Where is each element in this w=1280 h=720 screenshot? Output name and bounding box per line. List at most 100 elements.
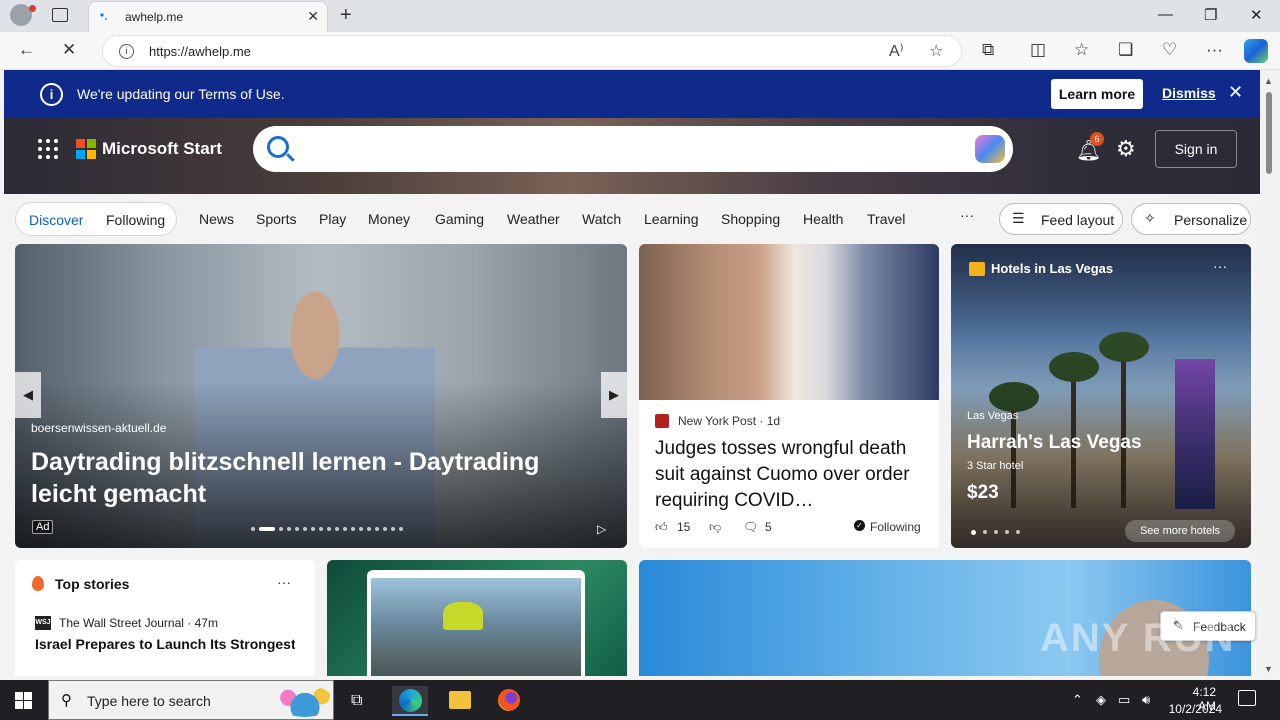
settings-more-icon[interactable]: ··· (1206, 40, 1223, 60)
hotel-name[interactable]: Harrah's Las Vegas (967, 432, 1142, 454)
nav-item-shopping[interactable]: Shopping (721, 211, 780, 227)
search-input[interactable] (253, 126, 1013, 172)
file-explorer-icon[interactable] (449, 691, 471, 709)
extensions-icon[interactable]: ⧉ (982, 40, 994, 60)
carousel-pager[interactable] (251, 527, 403, 531)
scroll-down-icon[interactable]: ▼ (1264, 664, 1273, 674)
web-page: i We're updating our Terms of Use. Learn… (4, 70, 1260, 676)
scroll-up-icon[interactable]: ▲ (1264, 76, 1273, 86)
firefox-icon[interactable] (498, 689, 520, 711)
cyclist-card[interactable] (327, 560, 627, 676)
hotel-pager[interactable] (971, 530, 1020, 535)
app-launcher-icon[interactable] (38, 139, 58, 159)
feed-layout-button[interactable]: ☰ Feed layout (999, 203, 1123, 235)
browser-toolbar: ← ✕ i https://awhelp.me A⁾ ☆ ⧉ ◫ ☆ ❏ ♡ ·… (0, 32, 1280, 70)
taskbar-search-placeholder: Type here to search (87, 693, 211, 709)
brand-name[interactable]: Microsoft Start (102, 139, 222, 159)
comment-icon[interactable]: 🗨︎ (743, 520, 758, 534)
info-icon: i (40, 83, 63, 106)
dislike-icon[interactable]: 👎︎ (709, 520, 721, 535)
nav-item-learning[interactable]: Learning (644, 211, 699, 227)
tab-discover[interactable]: Discover (29, 212, 83, 228)
network-icon[interactable]: ▭ (1118, 692, 1130, 708)
sign-in-button[interactable]: Sign in (1155, 130, 1237, 168)
notification-center-icon[interactable] (1238, 690, 1256, 706)
anyrun-watermark: ANY RUN (1040, 616, 1236, 660)
collections-icon[interactable]: ❏ (1118, 40, 1133, 60)
sliders-icon: ☰ (1012, 210, 1025, 226)
taskbar-search-input[interactable]: ⚲ Type here to search (48, 680, 334, 720)
browser-essentials-icon[interactable]: ♡ (1162, 40, 1177, 60)
top-stories-title[interactable]: Top stories (55, 576, 129, 592)
more-options-icon[interactable]: ··· (1213, 258, 1227, 274)
ad-choices-icon[interactable]: ▷ (597, 522, 606, 536)
search-highlight-image (277, 685, 333, 717)
close-window-button[interactable]: ✕ (1250, 6, 1263, 24)
personalize-button[interactable]: ✧ Personalize (1131, 203, 1251, 235)
nav-item-play[interactable]: Play (319, 211, 346, 227)
story-headline[interactable]: Israel Prepares to Launch Its Strongest … (35, 636, 295, 652)
copilot-icon[interactable] (975, 135, 1005, 163)
carousel-title[interactable]: Daytrading blitzschnell lernen - Daytrad… (31, 446, 611, 510)
nav-item-news[interactable]: News (199, 211, 234, 227)
split-screen-icon[interactable]: ◫ (1030, 40, 1046, 60)
nav-more-icon[interactable]: ··· (960, 207, 974, 223)
stop-loading-icon[interactable]: ✕ (62, 40, 76, 60)
tab-close-icon[interactable]: ✕ (307, 8, 319, 25)
gear-icon[interactable]: ⚙ (1116, 136, 1136, 162)
clock-date[interactable]: 10/2/2024 (1162, 702, 1222, 716)
nav-item-weather[interactable]: Weather (507, 211, 560, 227)
hotel-city: Las Vegas (967, 410, 1019, 422)
nav-item-gaming[interactable]: Gaming (435, 211, 484, 227)
volume-icon[interactable]: 🔊︎ (1142, 692, 1150, 708)
page-scrollbar[interactable]: ▲ ▼ (1261, 70, 1276, 676)
story-source: The Wall Street Journal · 47m (59, 616, 218, 630)
tab-title: awhelp.me (125, 10, 184, 24)
site-info-icon[interactable]: i (119, 44, 134, 59)
tray-app-icon[interactable]: ◈ (1096, 692, 1106, 708)
address-bar[interactable]: i https://awhelp.me A⁾ ☆ (102, 35, 962, 67)
close-icon[interactable]: ✕ (1228, 82, 1243, 103)
like-icon[interactable]: 👍︎ (655, 520, 668, 535)
nav-item-watch[interactable]: Watch (582, 211, 621, 227)
news-title[interactable]: Judges tosses wrongful death suit agains… (655, 436, 927, 514)
learn-more-button[interactable]: Learn more (1051, 79, 1143, 109)
task-view-icon[interactable]: ⧉ (351, 692, 362, 710)
search-icon[interactable] (267, 136, 289, 158)
carousel-next-icon[interactable]: ▶ (601, 372, 627, 418)
url-text[interactable]: https://awhelp.me (149, 44, 251, 59)
windows-start-icon[interactable] (15, 692, 32, 709)
news-card[interactable]: New York Post · 1d Judges tosses wrongfu… (639, 244, 939, 548)
tab-following[interactable]: Following (106, 212, 165, 228)
following-label[interactable]: Following (870, 520, 921, 534)
edge-taskbar-button[interactable] (392, 686, 428, 716)
browser-tab[interactable]: awhelp.me ✕ (88, 1, 328, 32)
restore-button[interactable]: ❐ (1204, 6, 1217, 24)
read-aloud-icon[interactable]: A⁾ (889, 41, 904, 61)
carousel-source: boersenwissen-aktuell.de (31, 421, 167, 435)
dismiss-link[interactable]: Dismiss (1162, 85, 1216, 101)
tab-actions-icon[interactable] (52, 8, 68, 22)
back-icon[interactable]: ← (18, 40, 35, 60)
favorite-star-icon[interactable]: ☆ (929, 41, 943, 61)
search-icon: ⚲ (61, 692, 72, 709)
more-options-icon[interactable]: ··· (277, 574, 291, 590)
nav-item-health[interactable]: Health (803, 211, 843, 227)
hotel-card[interactable]: Hotels in Las Vegas ··· Las Vegas Harrah… (951, 244, 1251, 548)
nav-item-sports[interactable]: Sports (256, 211, 296, 227)
carousel-prev-icon[interactable]: ◀ (15, 372, 41, 418)
tray-chevron-icon[interactable]: ⌃ (1072, 692, 1083, 708)
favorites-icon[interactable]: ☆ (1074, 40, 1089, 60)
notification-badge: 6 (1090, 132, 1104, 146)
see-more-hotels-button[interactable]: See more hotels (1125, 520, 1235, 542)
minimize-button[interactable]: — (1158, 6, 1173, 23)
copilot-sidebar-icon[interactable] (1244, 39, 1268, 63)
scroll-thumb[interactable] (1266, 92, 1272, 174)
suitcase-icon (969, 262, 985, 276)
ad-carousel-card[interactable]: ◀ ▶ boersenwissen-aktuell.de Daytrading … (15, 244, 627, 548)
nav-item-money[interactable]: Money (368, 211, 410, 227)
hotel-card-header[interactable]: Hotels in Las Vegas (991, 261, 1113, 276)
new-tab-icon[interactable]: + (340, 4, 352, 27)
nav-item-travel[interactable]: Travel (867, 211, 905, 227)
like-count: 15 (677, 520, 691, 534)
